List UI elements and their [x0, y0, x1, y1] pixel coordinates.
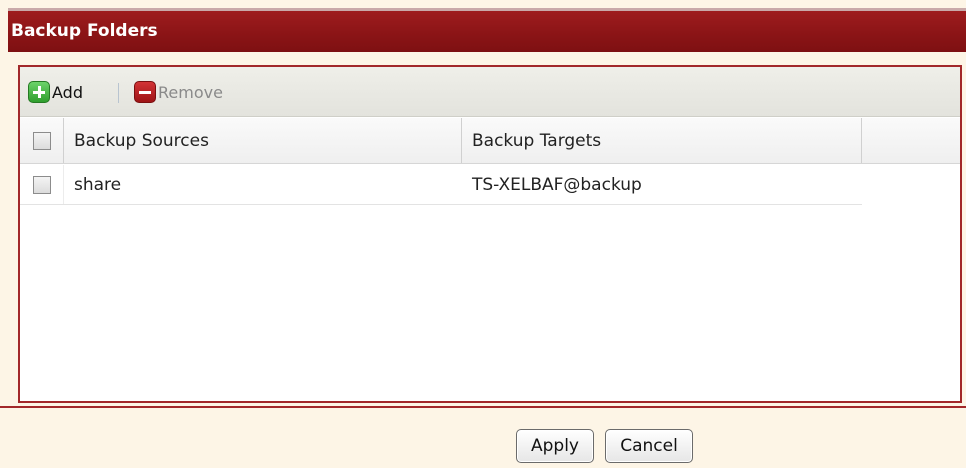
toolbar-separator	[118, 83, 119, 103]
add-button-label: Add	[52, 82, 83, 102]
cancel-button[interactable]: Cancel	[605, 429, 693, 463]
select-all-cell	[20, 118, 64, 163]
panel-title: Backup Folders	[11, 21, 158, 41]
row-checkbox[interactable]	[32, 175, 51, 194]
column-header-backup-targets[interactable]: Backup Targets	[462, 118, 862, 163]
panel-title-bar: Backup Folders	[8, 8, 966, 52]
apply-button[interactable]: Apply	[516, 429, 594, 463]
backup-folders-panel: Backup Folders Add Remove Backup Sources…	[8, 8, 966, 406]
column-header-label: Backup Sources	[74, 130, 209, 151]
column-header-backup-sources[interactable]: Backup Sources	[64, 118, 462, 163]
minus-icon	[134, 81, 156, 103]
remove-button-label: Remove	[158, 82, 223, 102]
row-select-cell	[20, 165, 64, 204]
row-target-value: TS-XELBAF@backup	[472, 174, 642, 195]
column-header-filler	[862, 118, 960, 163]
grid-toolbar: Add Remove	[20, 67, 960, 117]
table-row[interactable]: share TS-XELBAF@backup	[20, 165, 862, 205]
row-source-value: share	[74, 174, 122, 195]
add-button[interactable]: Add	[28, 79, 83, 105]
column-header-label: Backup Targets	[472, 130, 602, 151]
remove-button[interactable]: Remove	[134, 79, 223, 105]
form-footer: Apply Cancel	[0, 406, 966, 468]
row-target-cell: TS-XELBAF@backup	[462, 165, 862, 204]
plus-icon	[28, 81, 50, 103]
row-source-cell: share	[64, 165, 462, 204]
backup-folders-grid-frame: Add Remove Backup Sources Backup Targets	[18, 65, 962, 403]
select-all-checkbox[interactable]	[32, 131, 51, 150]
grid-header: Backup Sources Backup Targets	[20, 118, 960, 164]
